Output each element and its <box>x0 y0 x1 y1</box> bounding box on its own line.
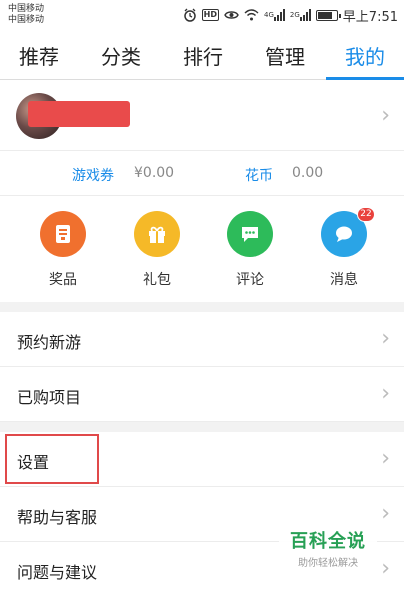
menu-item-label: 预约新游 <box>17 333 82 352</box>
network-type-label-1: 4G <box>264 10 274 19</box>
section-divider <box>0 302 404 312</box>
username-redacted <box>28 101 130 127</box>
active-tab-indicator <box>326 77 404 80</box>
gift-icon <box>134 211 180 257</box>
comment-icon <box>227 211 273 257</box>
tab-ranking[interactable]: 排行 <box>164 30 242 80</box>
menu-item-label: 问题与建议 <box>17 563 98 582</box>
shortcut-grid: 奖品 礼包 评论 22 消息 <box>0 197 404 301</box>
carrier-label-1: 中国移动 <box>8 4 45 14</box>
hd-icon: HD <box>201 9 220 21</box>
flower-coin-label[interactable]: 花币 <box>245 165 273 185</box>
section-divider <box>0 422 404 432</box>
shortcut-message-label: 消息 <box>330 272 358 288</box>
watermark-subtitle: 助你轻松解决 <box>298 558 358 569</box>
signal-icon-1: 4G <box>264 9 285 21</box>
signal-icon-2: 2G <box>290 9 311 21</box>
top-tab-bar: 推荐 分类 排行 管理 我的 <box>0 30 404 80</box>
carrier-label-2: 中国移动 <box>8 15 45 25</box>
menu-item-reserve-new-games[interactable]: 预约新游 › <box>0 312 404 367</box>
balance-row: 游戏券 ¥0.00 花币 0.00 <box>0 152 404 196</box>
tab-manage[interactable]: 管理 <box>246 30 324 80</box>
chevron-right-icon: › <box>381 103 390 128</box>
menu-item-label: 已购项目 <box>17 388 82 407</box>
shortcut-comment[interactable]: 评论 <box>210 211 290 289</box>
menu-item-purchased[interactable]: 已购项目 › <box>0 367 404 422</box>
chevron-right-icon: › <box>381 501 390 526</box>
eye-icon <box>224 9 239 21</box>
status-bar: 中国移动 中国移动 HD 4G 2G 早上7:51 <box>0 0 404 30</box>
watermark-title: 百科全说 <box>290 531 366 552</box>
menu-item-label: 帮助与客服 <box>17 508 98 527</box>
coupon-label[interactable]: 游戏券 <box>72 165 114 185</box>
clock: 早上7:51 <box>342 9 398 25</box>
tab-category[interactable]: 分类 <box>82 30 160 80</box>
status-icons: HD 4G 2G 早上7:51 <box>183 5 398 25</box>
shortcut-prize[interactable]: 奖品 <box>23 211 103 289</box>
network-type-label-2: 2G <box>289 10 300 19</box>
watermark: 百科全说 助你轻松解决 <box>279 522 377 570</box>
settings-highlight-box <box>5 434 99 484</box>
chevron-right-icon: › <box>381 446 390 471</box>
tab-mine[interactable]: 我的 <box>326 30 404 80</box>
flower-coin-value: 0.00 <box>292 165 324 181</box>
shortcut-message[interactable]: 22 消息 <box>304 207 384 289</box>
shortcut-prize-label: 奖品 <box>49 272 77 288</box>
prize-icon <box>40 211 86 257</box>
chevron-right-icon: › <box>381 381 390 406</box>
wifi-icon <box>244 9 259 21</box>
alarm-icon <box>183 8 197 22</box>
profile-row[interactable]: › <box>0 81 404 151</box>
shortcut-comment-label: 评论 <box>236 272 264 288</box>
shortcut-gift[interactable]: 礼包 <box>117 211 197 289</box>
shortcut-gift-label: 礼包 <box>143 272 171 288</box>
message-icon: 22 <box>321 207 375 257</box>
message-count-badge: 22 <box>357 207 375 222</box>
coupon-value: ¥0.00 <box>134 165 175 181</box>
tab-recommend[interactable]: 推荐 <box>0 30 78 80</box>
chevron-right-icon: › <box>381 326 390 351</box>
battery-icon <box>315 9 341 21</box>
chevron-right-icon: › <box>381 556 390 581</box>
